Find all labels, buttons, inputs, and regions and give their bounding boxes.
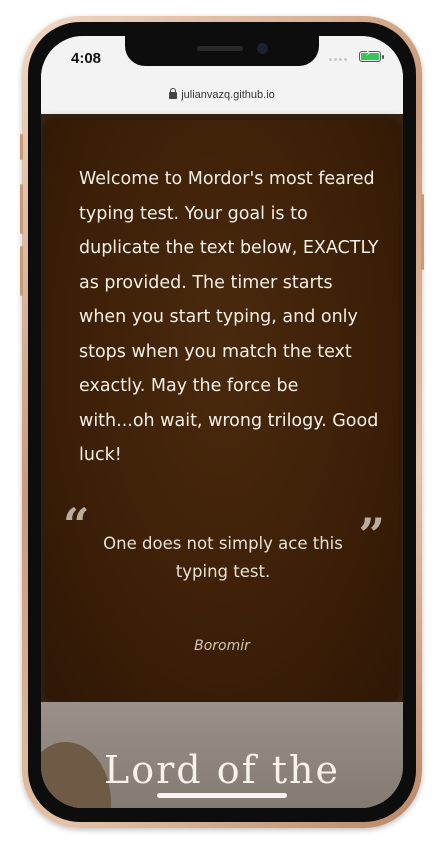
web-page: Welcome to Mordor's most feared typing t…: [41, 114, 403, 808]
phone-screen: 4:08 ⚡ julianvazq.github.io Welcome to M…: [41, 36, 403, 808]
signal-icon: [329, 58, 347, 61]
status-time: 4:08: [71, 50, 102, 67]
url-text: julianvazq.github.io: [181, 89, 275, 101]
open-quote-icon: “: [63, 498, 90, 552]
hero-title: Lord of the: [104, 748, 340, 792]
charging-icon: ⚡: [365, 48, 373, 59]
power-button: [421, 194, 424, 270]
speaker-grille: [197, 46, 243, 51]
volume-up-button: [20, 184, 23, 234]
intro-text: Welcome to Mordor's most feared typing t…: [79, 169, 379, 465]
volume-down-button: [20, 246, 23, 296]
mute-switch: [20, 134, 23, 160]
intro-card: Welcome to Mordor's most feared typing t…: [45, 120, 399, 700]
quote-author: Boromir: [194, 638, 250, 654]
battery-icon: ⚡: [359, 48, 384, 62]
home-indicator[interactable]: [157, 793, 287, 798]
phone-frame: 4:08 ⚡ julianvazq.github.io Welcome to M…: [20, 16, 424, 828]
notch: [125, 36, 319, 66]
quote-text: One does not simply ace this typing test…: [103, 534, 343, 581]
address-bar[interactable]: julianvazq.github.io: [41, 86, 403, 114]
front-camera: [257, 43, 268, 54]
close-quote-icon: ”: [358, 508, 385, 562]
lock-icon: [169, 88, 178, 99]
status-bar: 4:08 ⚡: [41, 36, 403, 86]
